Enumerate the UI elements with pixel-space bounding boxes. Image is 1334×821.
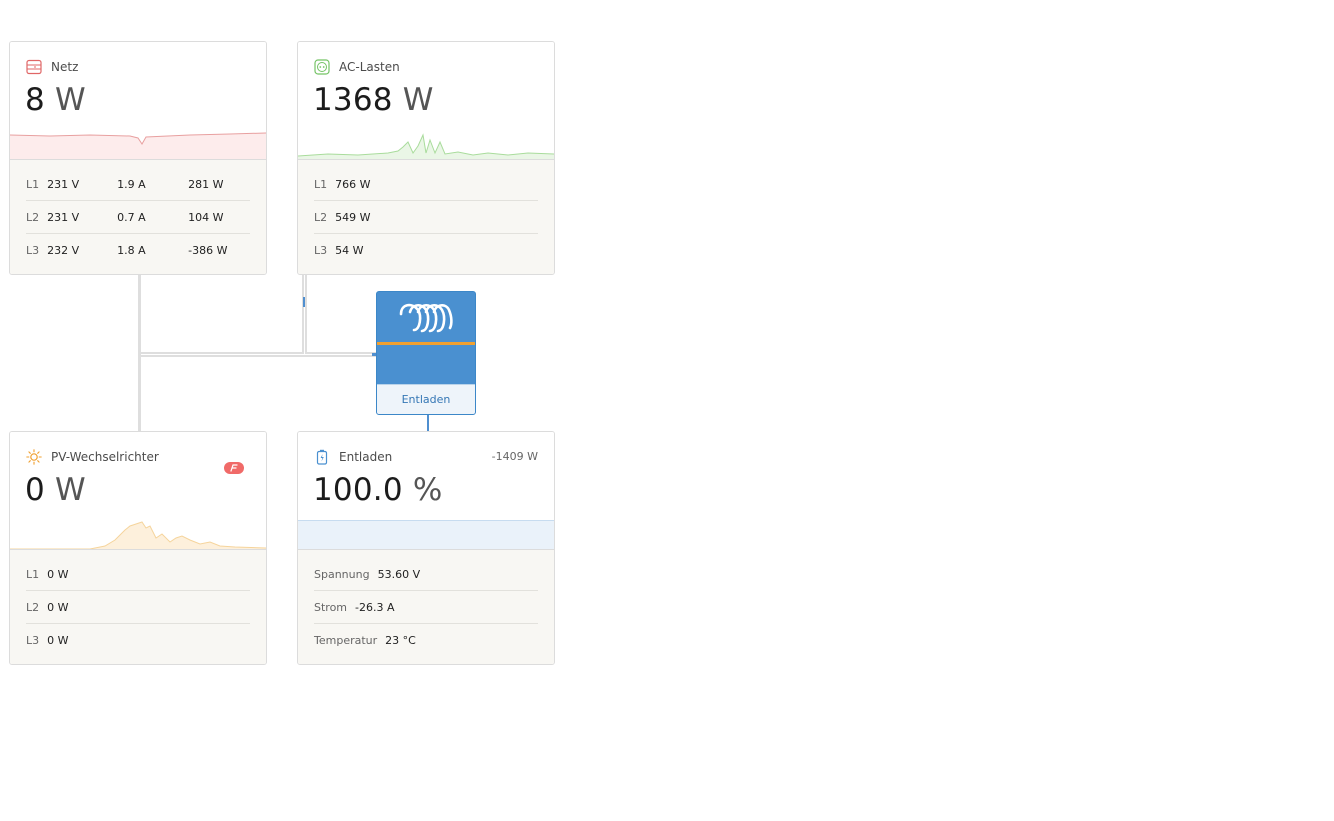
battery-detail-row: Temperatur 23 °C <box>314 634 416 647</box>
pv-sparkline <box>10 521 266 550</box>
ac-loads-power-value: 1368 W <box>313 82 434 118</box>
ac-loads-phase-row: L1 766 W <box>314 168 538 201</box>
flow-indicator-acloads <box>303 297 305 307</box>
battery-title: Entladen <box>339 450 393 464</box>
grid-power-value: 8 W <box>25 82 86 118</box>
device-body <box>377 345 475 384</box>
grid-icon <box>25 58 43 76</box>
inverter-state: Entladen <box>377 384 475 414</box>
connector-horizontal-top <box>141 352 304 354</box>
grid-title: Netz <box>51 60 79 74</box>
connector-horizontal-bottom <box>141 355 376 357</box>
pv-phase-row: L2 0 W <box>26 591 250 624</box>
pv-power-value: 0 W <box>25 472 86 508</box>
pv-phase-row: L3 0 W <box>26 634 69 647</box>
grid-phase-row: L3 232 V 1.8 A -386 W <box>26 244 228 257</box>
connector-battery <box>427 415 429 432</box>
battery-detail-row: Spannung 53.60 V <box>314 558 538 591</box>
inverter-device[interactable]: Entladen <box>376 291 476 415</box>
battery-level-fill <box>298 520 554 550</box>
sun-icon <box>25 448 43 466</box>
ac-loads-phase-row: L3 54 W <box>314 244 364 257</box>
ac-loads-sparkline <box>298 133 554 160</box>
connector-acloads-down-left <box>302 274 304 354</box>
grid-sparkline <box>10 132 266 160</box>
pv-phase-row: L1 0 W <box>26 558 250 591</box>
ac-loads-title: AC-Lasten <box>339 60 400 74</box>
grid-phase-row: L2 231 V 0.7 A 104 W <box>26 201 250 234</box>
ac-loads-card[interactable]: AC-Lasten 1368 W L1 766 W L2 549 W L3 54… <box>297 41 555 275</box>
battery-icon <box>313 448 331 466</box>
pv-inverter-card[interactable]: PV-Wechselrichter 0 W L1 0 W L2 0 W L3 0 <box>9 431 267 665</box>
victron-logo-icon <box>377 292 475 343</box>
ac-loads-phase-row: L2 549 W <box>314 201 538 234</box>
outlet-icon <box>313 58 331 76</box>
battery-card[interactable]: Entladen -1409 W 100.0 % Spannung 53.60 … <box>297 431 555 665</box>
battery-detail-row: Strom -26.3 A <box>314 591 538 624</box>
pv-inverter-title: PV-Wechselrichter <box>51 450 159 464</box>
connector-acloads-horizontal <box>305 352 376 354</box>
battery-power: -1409 W <box>491 450 538 463</box>
alarm-icon[interactable] <box>224 462 244 474</box>
battery-soc-value: 100.0 % <box>313 472 443 508</box>
connector-acloads-down-right <box>305 274 307 354</box>
grid-card[interactable]: Netz 8 W L1 231 V 1.9 A 281 W L2 231 V 0… <box>9 41 267 275</box>
grid-phase-row: L1 231 V 1.9 A 281 W <box>26 168 250 201</box>
